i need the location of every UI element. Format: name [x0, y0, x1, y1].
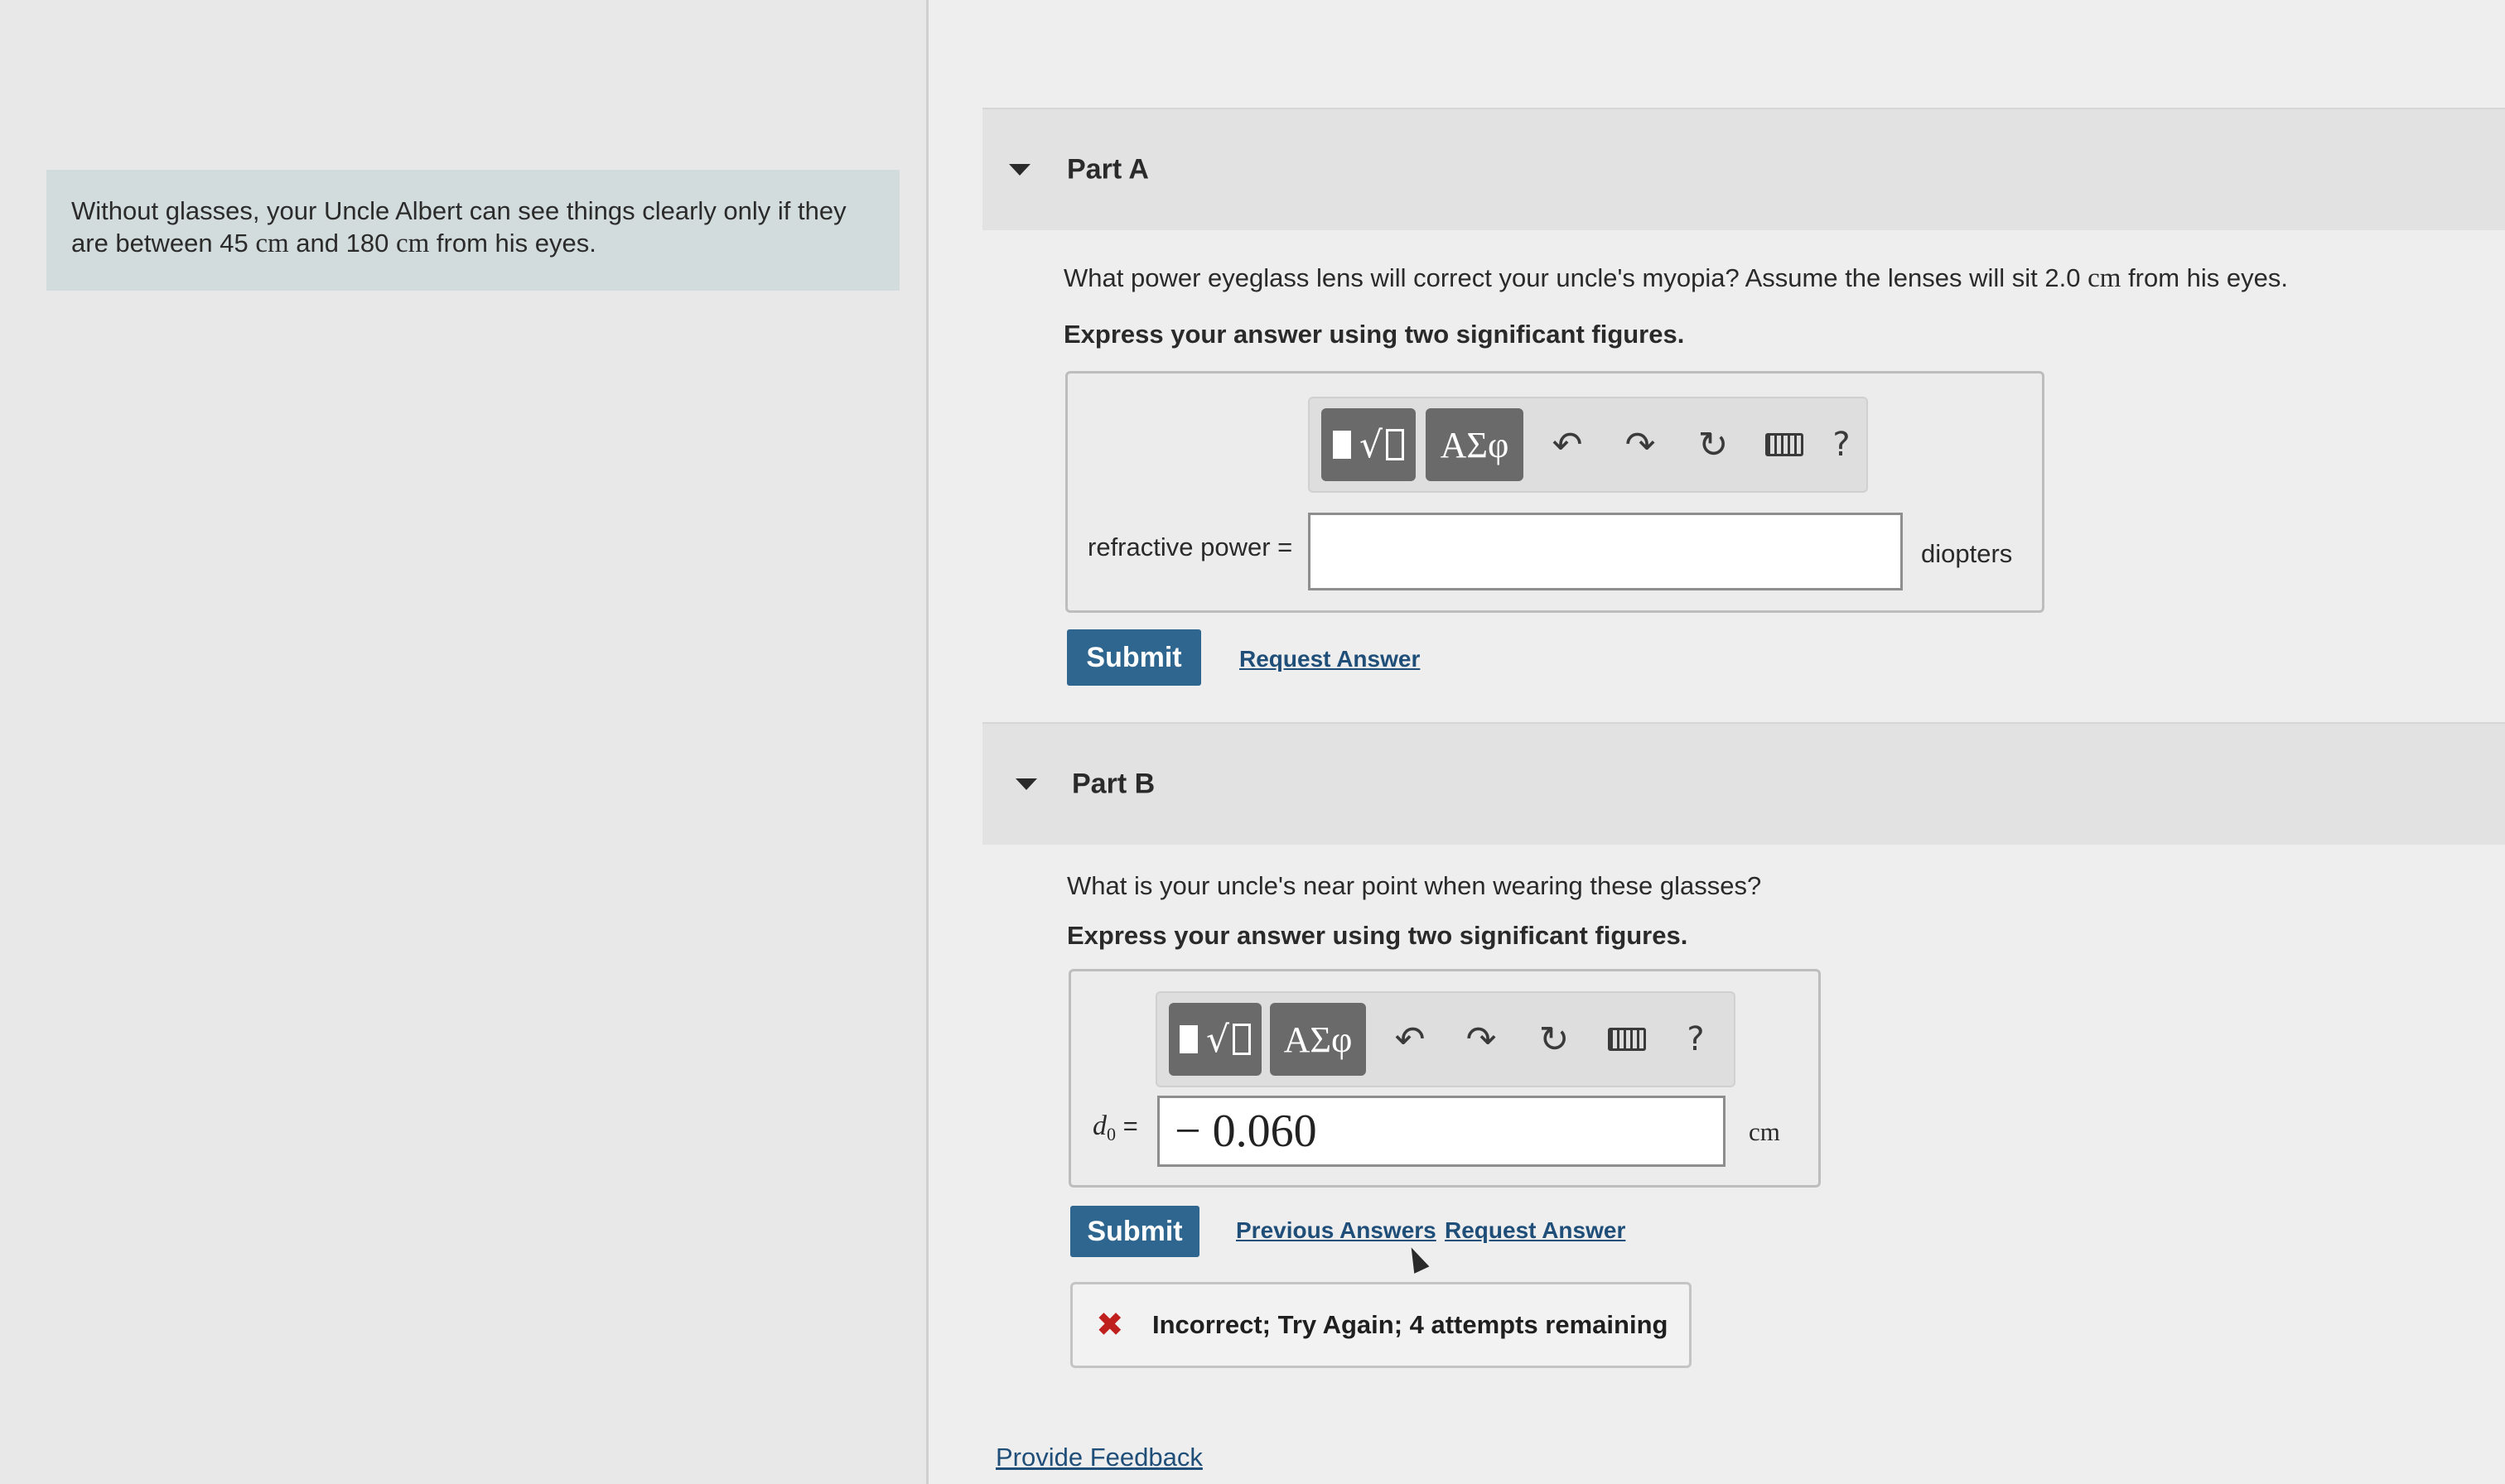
redo-icon[interactable]: ↷	[1452, 1003, 1510, 1076]
near-point-input[interactable]: − 0.060	[1157, 1096, 1726, 1167]
greek-symbols-button[interactable]: ΑΣφ	[1270, 1003, 1366, 1076]
part-a-request-answer-link[interactable]: Request Answer	[1239, 646, 1420, 672]
intro-line-2: are between 45 cm and 180 cm from his ey…	[71, 229, 596, 258]
reset-icon[interactable]: ↻	[1684, 408, 1742, 481]
part-b-instruction: Express your answer using two significan…	[1067, 921, 1688, 950]
problem-intro: Without glasses, your Uncle Albert can s…	[46, 170, 900, 291]
cm-unit: cm	[1749, 1117, 1780, 1146]
near-point-value: − 0.060	[1175, 1106, 1317, 1157]
undo-icon[interactable]: ↶	[1381, 1003, 1439, 1076]
error-x-icon: ✖	[1096, 1306, 1124, 1344]
part-a-instruction: Express your answer using two significan…	[1064, 320, 1685, 349]
keyboard-icon[interactable]	[1598, 1003, 1656, 1076]
greek-symbols-button[interactable]: ΑΣφ	[1426, 408, 1523, 481]
templates-button[interactable]: √	[1169, 1003, 1262, 1076]
part-a-title: Part A	[1067, 153, 1149, 186]
redo-icon[interactable]: ↷	[1611, 408, 1669, 481]
intro-line-1: Without glasses, your Uncle Albert can s…	[71, 196, 847, 225]
part-b-request-answer-link[interactable]: Request Answer	[1445, 1217, 1625, 1244]
part-b-answer-box: √ ΑΣφ ↶ ↷ ↻ ? d0 = − 0.060 cm	[1069, 969, 1821, 1188]
provide-feedback-link[interactable]: Provide Feedback	[996, 1443, 1203, 1472]
part-b-question: What is your uncle's near point when wea…	[1067, 871, 1762, 900]
pane-divider[interactable]	[926, 0, 929, 1484]
help-icon[interactable]: ?	[1671, 1003, 1721, 1076]
collapse-caret-icon[interactable]	[1009, 164, 1030, 176]
incorrect-feedback-box: ✖ Incorrect; Try Again; 4 attempts remai…	[1070, 1282, 1692, 1368]
part-a-header[interactable]: Part A	[982, 108, 2505, 230]
collapse-caret-icon[interactable]	[1016, 778, 1037, 790]
refractive-power-label: refractive power =	[1088, 532, 1293, 561]
part-b-math-toolbar: √ ΑΣφ ↶ ↷ ↻ ?	[1156, 991, 1735, 1087]
part-b-header[interactable]: Part B	[982, 722, 2505, 845]
near-point-label: d0 =	[1093, 1111, 1138, 1145]
part-a-answer-box: √ ΑΣφ ↶ ↷ ↻ ? refractive power = diopter…	[1065, 371, 2044, 613]
help-icon[interactable]: ?	[1817, 408, 1866, 481]
templates-button[interactable]: √	[1321, 408, 1416, 481]
incorrect-message: Incorrect; Try Again; 4 attempts remaini…	[1152, 1310, 1668, 1339]
part-a-submit-button[interactable]: Submit	[1067, 629, 1201, 686]
part-b-title: Part B	[1072, 768, 1156, 800]
previous-answers-link[interactable]: Previous Answers	[1236, 1217, 1436, 1244]
part-a-question: What power eyeglass lens will correct yo…	[1064, 263, 2289, 293]
part-b-submit-button[interactable]: Submit	[1070, 1206, 1199, 1257]
diopters-unit: diopters	[1921, 539, 2013, 568]
refractive-power-input[interactable]	[1308, 513, 1903, 590]
part-a-math-toolbar: √ ΑΣφ ↶ ↷ ↻ ?	[1308, 397, 1868, 493]
reset-icon[interactable]: ↻	[1525, 1003, 1583, 1076]
keyboard-icon[interactable]	[1755, 408, 1813, 481]
undo-icon[interactable]: ↶	[1538, 408, 1596, 481]
